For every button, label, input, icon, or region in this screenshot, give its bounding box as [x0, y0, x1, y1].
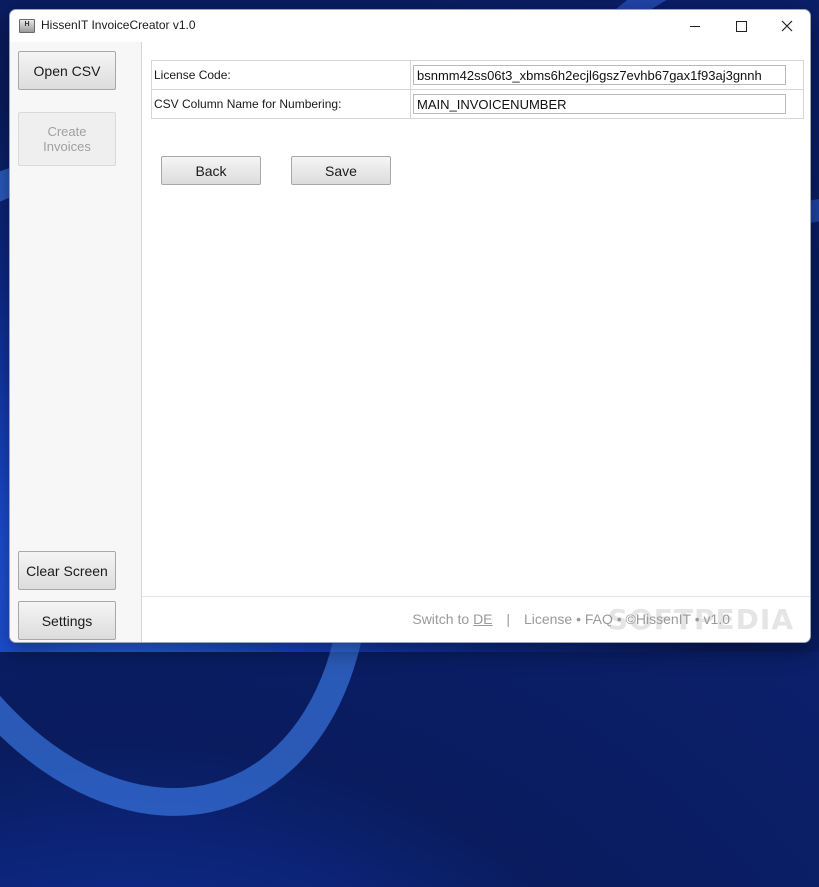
- settings-form: License Code: CSV Column Name for Number…: [151, 60, 804, 119]
- create-invoices-button[interactable]: Create Invoices: [18, 112, 116, 166]
- minimize-button[interactable]: [672, 10, 718, 42]
- column-name-input[interactable]: [413, 94, 786, 114]
- column-name-cell: [411, 90, 803, 118]
- maximize-icon: [735, 20, 747, 32]
- close-icon: [781, 20, 793, 32]
- switch-language-prefix: Switch to: [412, 611, 470, 627]
- footer: SOFTPEDIA Switch to DE | License • FAQ •…: [142, 596, 810, 642]
- settings-panel: License Code: CSV Column Name for Number…: [142, 42, 810, 596]
- back-button[interactable]: Back: [161, 156, 261, 185]
- maximize-button[interactable]: [718, 10, 764, 42]
- app-window: H HissenIT InvoiceCreator v1.0 Open CSV …: [9, 9, 811, 643]
- form-row-license: License Code:: [152, 61, 803, 90]
- minimize-icon: [690, 25, 700, 27]
- clear-screen-button[interactable]: Clear Screen: [18, 551, 116, 590]
- title-bar[interactable]: H HissenIT InvoiceCreator v1.0: [10, 10, 810, 42]
- window-title: HissenIT InvoiceCreator v1.0: [41, 18, 196, 32]
- license-code-cell: [411, 61, 803, 89]
- form-row-column: CSV Column Name for Numbering:: [152, 90, 803, 118]
- footer-separator: |: [506, 611, 511, 627]
- open-csv-button[interactable]: Open CSV: [18, 51, 116, 90]
- settings-button[interactable]: Settings: [18, 601, 116, 640]
- sidebar: Open CSV Create Invoices Clear Screen Se…: [10, 42, 142, 642]
- switch-language-link[interactable]: DE: [473, 611, 492, 627]
- save-button[interactable]: Save: [291, 156, 391, 185]
- column-name-label: CSV Column Name for Numbering:: [152, 90, 411, 118]
- license-code-label: License Code:: [152, 61, 411, 89]
- license-code-input[interactable]: [413, 65, 786, 85]
- app-icon: H: [19, 19, 35, 33]
- close-button[interactable]: [764, 10, 810, 42]
- footer-links[interactable]: License • FAQ • ©HissenIT • v1.0: [524, 611, 730, 627]
- footer-text: Switch to DE | License • FAQ • ©HissenIT…: [412, 611, 730, 627]
